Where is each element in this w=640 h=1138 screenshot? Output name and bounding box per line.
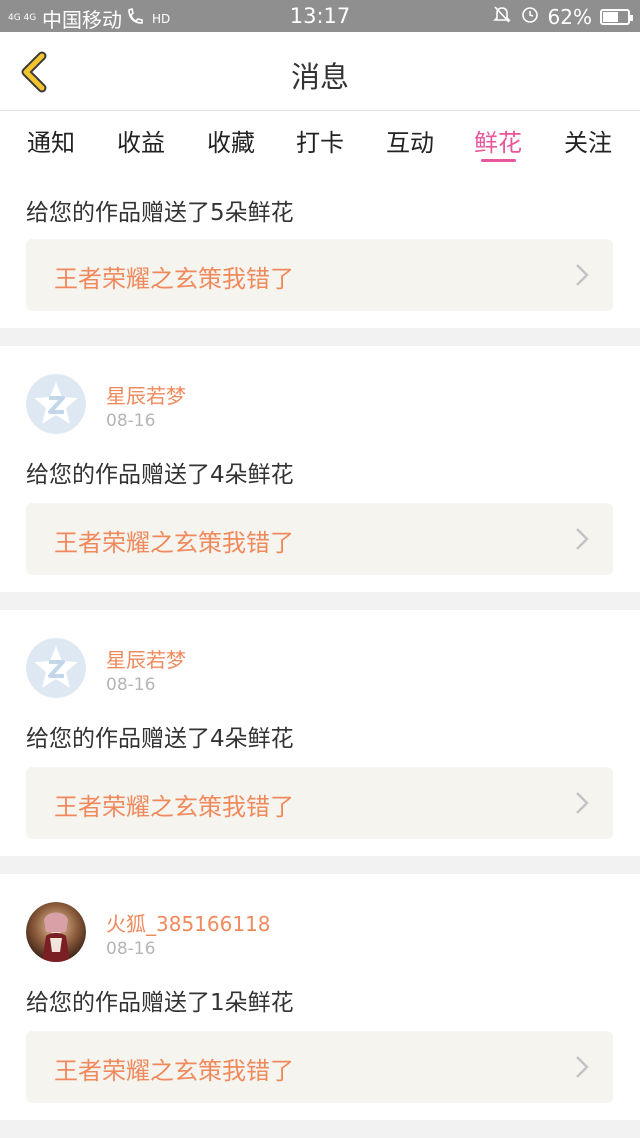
date: 08-16	[106, 939, 156, 959]
gift-message: 给您的作品赠送了5朵鲜花	[26, 200, 294, 226]
gift-message: 给您的作品赠送了4朵鲜花	[26, 462, 294, 488]
battery-percent: 62%	[547, 4, 592, 29]
work-title: 王者荣耀之玄策我错了	[54, 529, 294, 557]
work-title: 王者荣耀之玄策我错了	[54, 265, 294, 293]
chevron-right-icon	[576, 264, 589, 286]
chevron-right-icon	[576, 792, 589, 814]
gift-message: 给您的作品赠送了1朵鲜花	[26, 990, 294, 1016]
tab-follow[interactable]: 关注	[553, 123, 623, 158]
gift-message: 给您的作品赠送了4朵鲜花	[26, 726, 294, 752]
work-link[interactable]: 王者荣耀之玄策我错了	[26, 239, 613, 311]
username[interactable]: 星辰若梦	[106, 644, 186, 673]
tab-checkin[interactable]: 打卡	[285, 123, 355, 158]
avatar[interactable]	[26, 374, 86, 434]
alarm-clock-icon	[520, 4, 540, 29]
tab-income[interactable]: 收益	[106, 123, 176, 158]
work-title: 王者荣耀之玄策我错了	[54, 793, 294, 821]
battery-fill	[603, 11, 618, 22]
work-link[interactable]: 王者荣耀之玄策我错了	[26, 767, 613, 839]
nav-header: 消息	[0, 32, 640, 111]
user-photo-avatar-icon	[26, 902, 86, 962]
status-bar: 4G 4G 中国移动 HD 13:17 62%	[0, 0, 640, 32]
mute-bell-icon	[492, 4, 512, 29]
work-link[interactable]: 王者荣耀之玄策我错了	[26, 503, 613, 575]
status-right: 62%	[492, 4, 633, 29]
date: 08-16	[106, 675, 156, 695]
list-item: 星辰若梦 08-16 给您的作品赠送了4朵鲜花 王者荣耀之玄策我错了	[0, 346, 640, 592]
tab-notify[interactable]: 通知	[16, 123, 86, 158]
list-item: 火狐_385166118 08-16 给您的作品赠送了1朵鲜花 王者荣耀之玄策我…	[0, 874, 640, 1120]
date: 08-16	[106, 411, 156, 431]
avatar[interactable]	[26, 902, 86, 962]
chevron-right-icon	[576, 1056, 589, 1078]
qq-default-avatar-icon	[26, 374, 86, 434]
username[interactable]: 火狐_385166118	[106, 908, 271, 937]
username[interactable]: 星辰若梦	[106, 380, 186, 409]
qq-default-avatar-icon	[26, 638, 86, 698]
list-item: 给您的作品赠送了5朵鲜花 王者荣耀之玄策我错了	[0, 175, 640, 328]
tab-flowers[interactable]: 鲜花	[463, 123, 533, 158]
avatar[interactable]	[26, 638, 86, 698]
work-link[interactable]: 王者荣耀之玄策我错了	[26, 1031, 613, 1103]
work-title: 王者荣耀之玄策我错了	[54, 1057, 294, 1085]
page-title: 消息	[290, 60, 349, 94]
list-item: 星辰若梦 08-16 给您的作品赠送了4朵鲜花 王者荣耀之玄策我错了	[0, 610, 640, 856]
tab-favorites[interactable]: 收藏	[196, 123, 266, 158]
tab-bar: 通知 收益 收藏 打卡 互动 鲜花 关注	[0, 111, 640, 175]
active-tab-underline	[481, 159, 516, 162]
battery-icon	[600, 8, 633, 25]
chevron-right-icon	[576, 528, 589, 550]
tab-interaction[interactable]: 互动	[375, 123, 445, 158]
